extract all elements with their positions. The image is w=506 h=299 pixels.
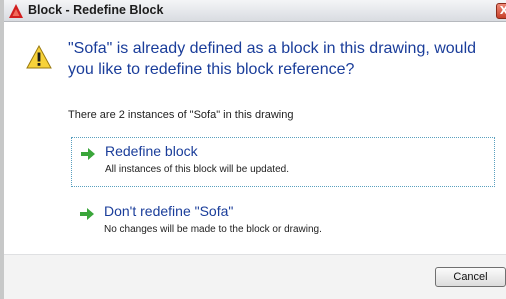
option-title: Redefine block (105, 143, 198, 159)
dont-redefine-option[interactable]: Don't redefine "Sofa" No changes will be… (71, 198, 495, 248)
option-description: No changes will be made to the block or … (104, 224, 322, 235)
window-title: Block - Redefine Block (28, 3, 164, 17)
redefine-block-option[interactable]: Redefine block All instances of this blo… (71, 137, 495, 187)
cancel-button[interactable]: Cancel (435, 267, 506, 287)
title-bar[interactable]: Block - Redefine Block X (4, 0, 506, 22)
option-description: All instances of this block will be upda… (105, 164, 289, 175)
green-arrow-icon (80, 207, 94, 220)
redefine-block-dialog: Block - Redefine Block X "Sofa" is alrea… (0, 0, 506, 299)
main-instruction: "Sofa" is already defined as a block in … (68, 40, 477, 78)
instance-count-text: There are 2 instances of "Sofa" in this … (68, 109, 294, 121)
warning-icon (26, 44, 52, 69)
autocad-logo-icon (8, 3, 24, 19)
close-icon[interactable]: X (496, 3, 506, 19)
green-arrow-icon (81, 147, 95, 160)
option-title: Don't redefine "Sofa" (104, 203, 234, 219)
button-footer (4, 255, 506, 299)
